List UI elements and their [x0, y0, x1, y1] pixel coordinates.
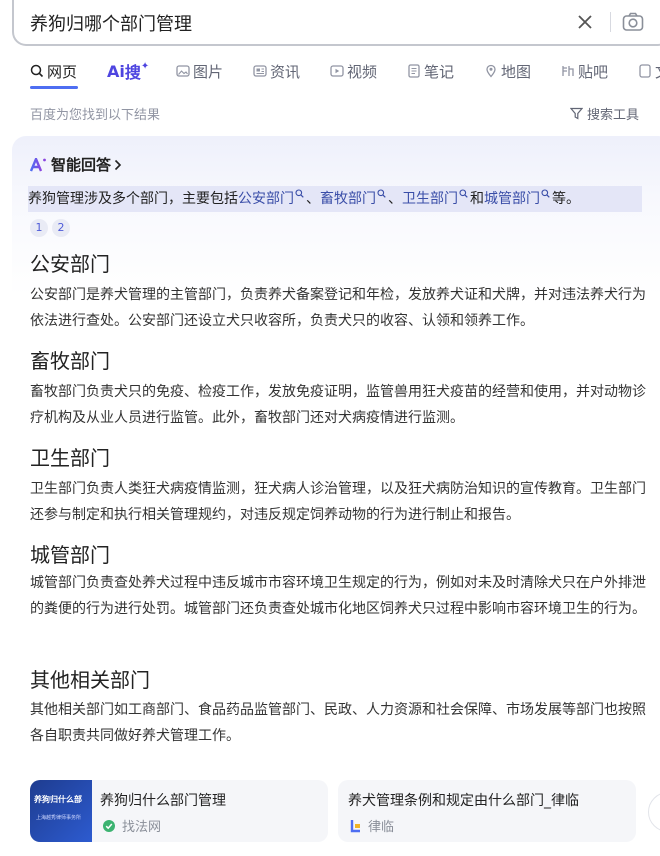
ai-answer-heading-label: 智能回答 [51, 156, 112, 174]
summary-separator: 和 [470, 191, 484, 207]
ai-logo-icon [30, 157, 46, 171]
filter-icon [570, 107, 583, 120]
close-icon[interactable] [574, 11, 596, 33]
search-icon[interactable] [295, 189, 304, 198]
related-source: 找法网 [102, 816, 161, 835]
section-body: 卫生部门负责人类狂犬病疫情监测，狂犬病人诊治管理，以及狂犬病防治知识的宣传教育。… [30, 481, 646, 523]
chevron-right-icon [114, 159, 122, 170]
result-hint: 百度为您找到以下结果 [30, 108, 161, 123]
tab-ai-search[interactable]: Ai 搜 ✦ [107, 56, 149, 86]
related-card[interactable]: 养狗归什么部 上海越秀律师事务所 养狗归什么部门管理 找法网 [30, 780, 328, 842]
search-input[interactable]: 养狗归哪个部门管理 [30, 10, 192, 36]
summary-link-health[interactable]: 卫生部门 [402, 191, 458, 207]
tab-doc-label: 文 [655, 61, 660, 82]
citations: 1 2 [30, 219, 74, 237]
search-tabs: 网页 Ai 搜 ✦ 图片 资讯 视频 笔记 地图 贴吧 文 [0, 56, 660, 92]
search-icon[interactable] [459, 189, 468, 198]
search-tools-button[interactable]: 搜索工具 [570, 104, 639, 123]
tab-tieba[interactable]: 贴吧 [561, 56, 608, 86]
search-icon [30, 64, 44, 78]
tab-notes-label: 笔记 [424, 62, 455, 81]
section-title: 其他相关部门 [30, 668, 150, 692]
note-icon [408, 64, 420, 78]
tab-images-label: 图片 [193, 62, 224, 81]
image-icon [176, 65, 190, 77]
related-source: 律临 [350, 816, 394, 835]
thumbnail-title: 养狗归什么部 [34, 795, 82, 804]
related-source-label: 找法网 [122, 820, 162, 835]
section-body: 公安部门是养犬管理的主管部门，负责养犬备案登记和年检，发放养犬证和犬牌，并对违法… [30, 287, 646, 329]
tab-news-label: 资讯 [270, 62, 301, 81]
ai-icon: Ai [107, 61, 125, 81]
search-icon[interactable] [541, 189, 550, 198]
summary-link-livestock[interactable]: 畜牧部门 [320, 191, 376, 207]
video-icon [330, 65, 344, 77]
carousel-next-button[interactable] [648, 792, 660, 832]
sparkle-icon: ✦ [140, 60, 150, 72]
citation-badge[interactable]: 2 [52, 219, 70, 237]
search-tools-label: 搜索工具 [587, 108, 640, 123]
tab-news[interactable]: 资讯 [253, 56, 300, 86]
divider [610, 12, 611, 32]
related-thumbnail: 养狗归什么部 上海越秀律师事务所 [30, 780, 92, 842]
section-title: 公安部门 [30, 252, 110, 276]
tab-ai-label: 搜 [124, 63, 141, 82]
map-icon [486, 64, 496, 78]
section-body: 城管部门负责查处养犬过程中违反城市市容环境卫生规定的行为，例如对未及时清除犬只在… [30, 575, 646, 617]
tieba-icon [562, 66, 574, 76]
ai-answer-heading[interactable]: 智能回答 [30, 154, 122, 175]
active-tab-indicator [30, 86, 78, 89]
summary-link-urban[interactable]: 城管部门 [484, 191, 540, 207]
search-icon[interactable] [377, 189, 386, 198]
tab-notes[interactable]: 笔记 [407, 56, 454, 86]
summary-prefix: 养狗管理涉及多个部门，主要包括 [28, 191, 238, 207]
related-title: 养犬管理条例和规定由什么部门_律临 [348, 793, 579, 809]
tab-map[interactable]: 地图 [484, 56, 531, 86]
summary-suffix: 等。 [552, 191, 580, 207]
tab-video[interactable]: 视频 [330, 56, 377, 86]
summary-link-police[interactable]: 公安部门 [238, 191, 294, 207]
citation-badge[interactable]: 1 [30, 219, 48, 237]
tab-map-label: 地图 [501, 62, 532, 81]
related-card[interactable]: 养犬管理条例和规定由什么部门_律临 律临 [338, 780, 636, 842]
camera-icon[interactable] [621, 10, 645, 34]
section-title: 畜牧部门 [30, 349, 110, 373]
section-body: 畜牧部门负责犬只的免疫、检疫工作，发放免疫证明，监管兽用狂犬疫苗的经营和使用，并… [30, 384, 646, 426]
section-title: 卫生部门 [30, 446, 110, 470]
lvlin-logo-icon [350, 819, 360, 832]
tab-tieba-label: 贴吧 [578, 62, 609, 81]
summary-separator: 、 [388, 191, 402, 207]
doc-icon [639, 64, 651, 78]
zhaofa-logo-icon [103, 819, 115, 832]
tab-web-label: 网页 [47, 62, 78, 81]
summary-separator: 、 [306, 191, 320, 207]
news-icon [253, 65, 267, 77]
search-box[interactable]: 养狗归哪个部门管理 [12, 0, 660, 46]
related-source-label: 律临 [368, 820, 395, 835]
section-title: 城管部门 [30, 543, 110, 567]
tab-video-label: 视频 [347, 62, 378, 81]
tab-web[interactable]: 网页 [30, 56, 77, 86]
tab-doc[interactable]: 文 [638, 56, 660, 86]
ai-summary: 养狗管理涉及多个部门，主要包括公安部门 、畜牧部门 、卫生部门 和城管部门 等。 [28, 186, 642, 212]
related-title: 养狗归什么部门管理 [100, 793, 226, 809]
thumbnail-subtitle: 上海越秀律师事务所 [36, 815, 82, 821]
section-body: 其他相关部门如工商部门、食品药品监管部门、民政、人力资源和社会保障、市场发展等部… [30, 702, 646, 744]
tab-images[interactable]: 图片 [176, 56, 223, 86]
